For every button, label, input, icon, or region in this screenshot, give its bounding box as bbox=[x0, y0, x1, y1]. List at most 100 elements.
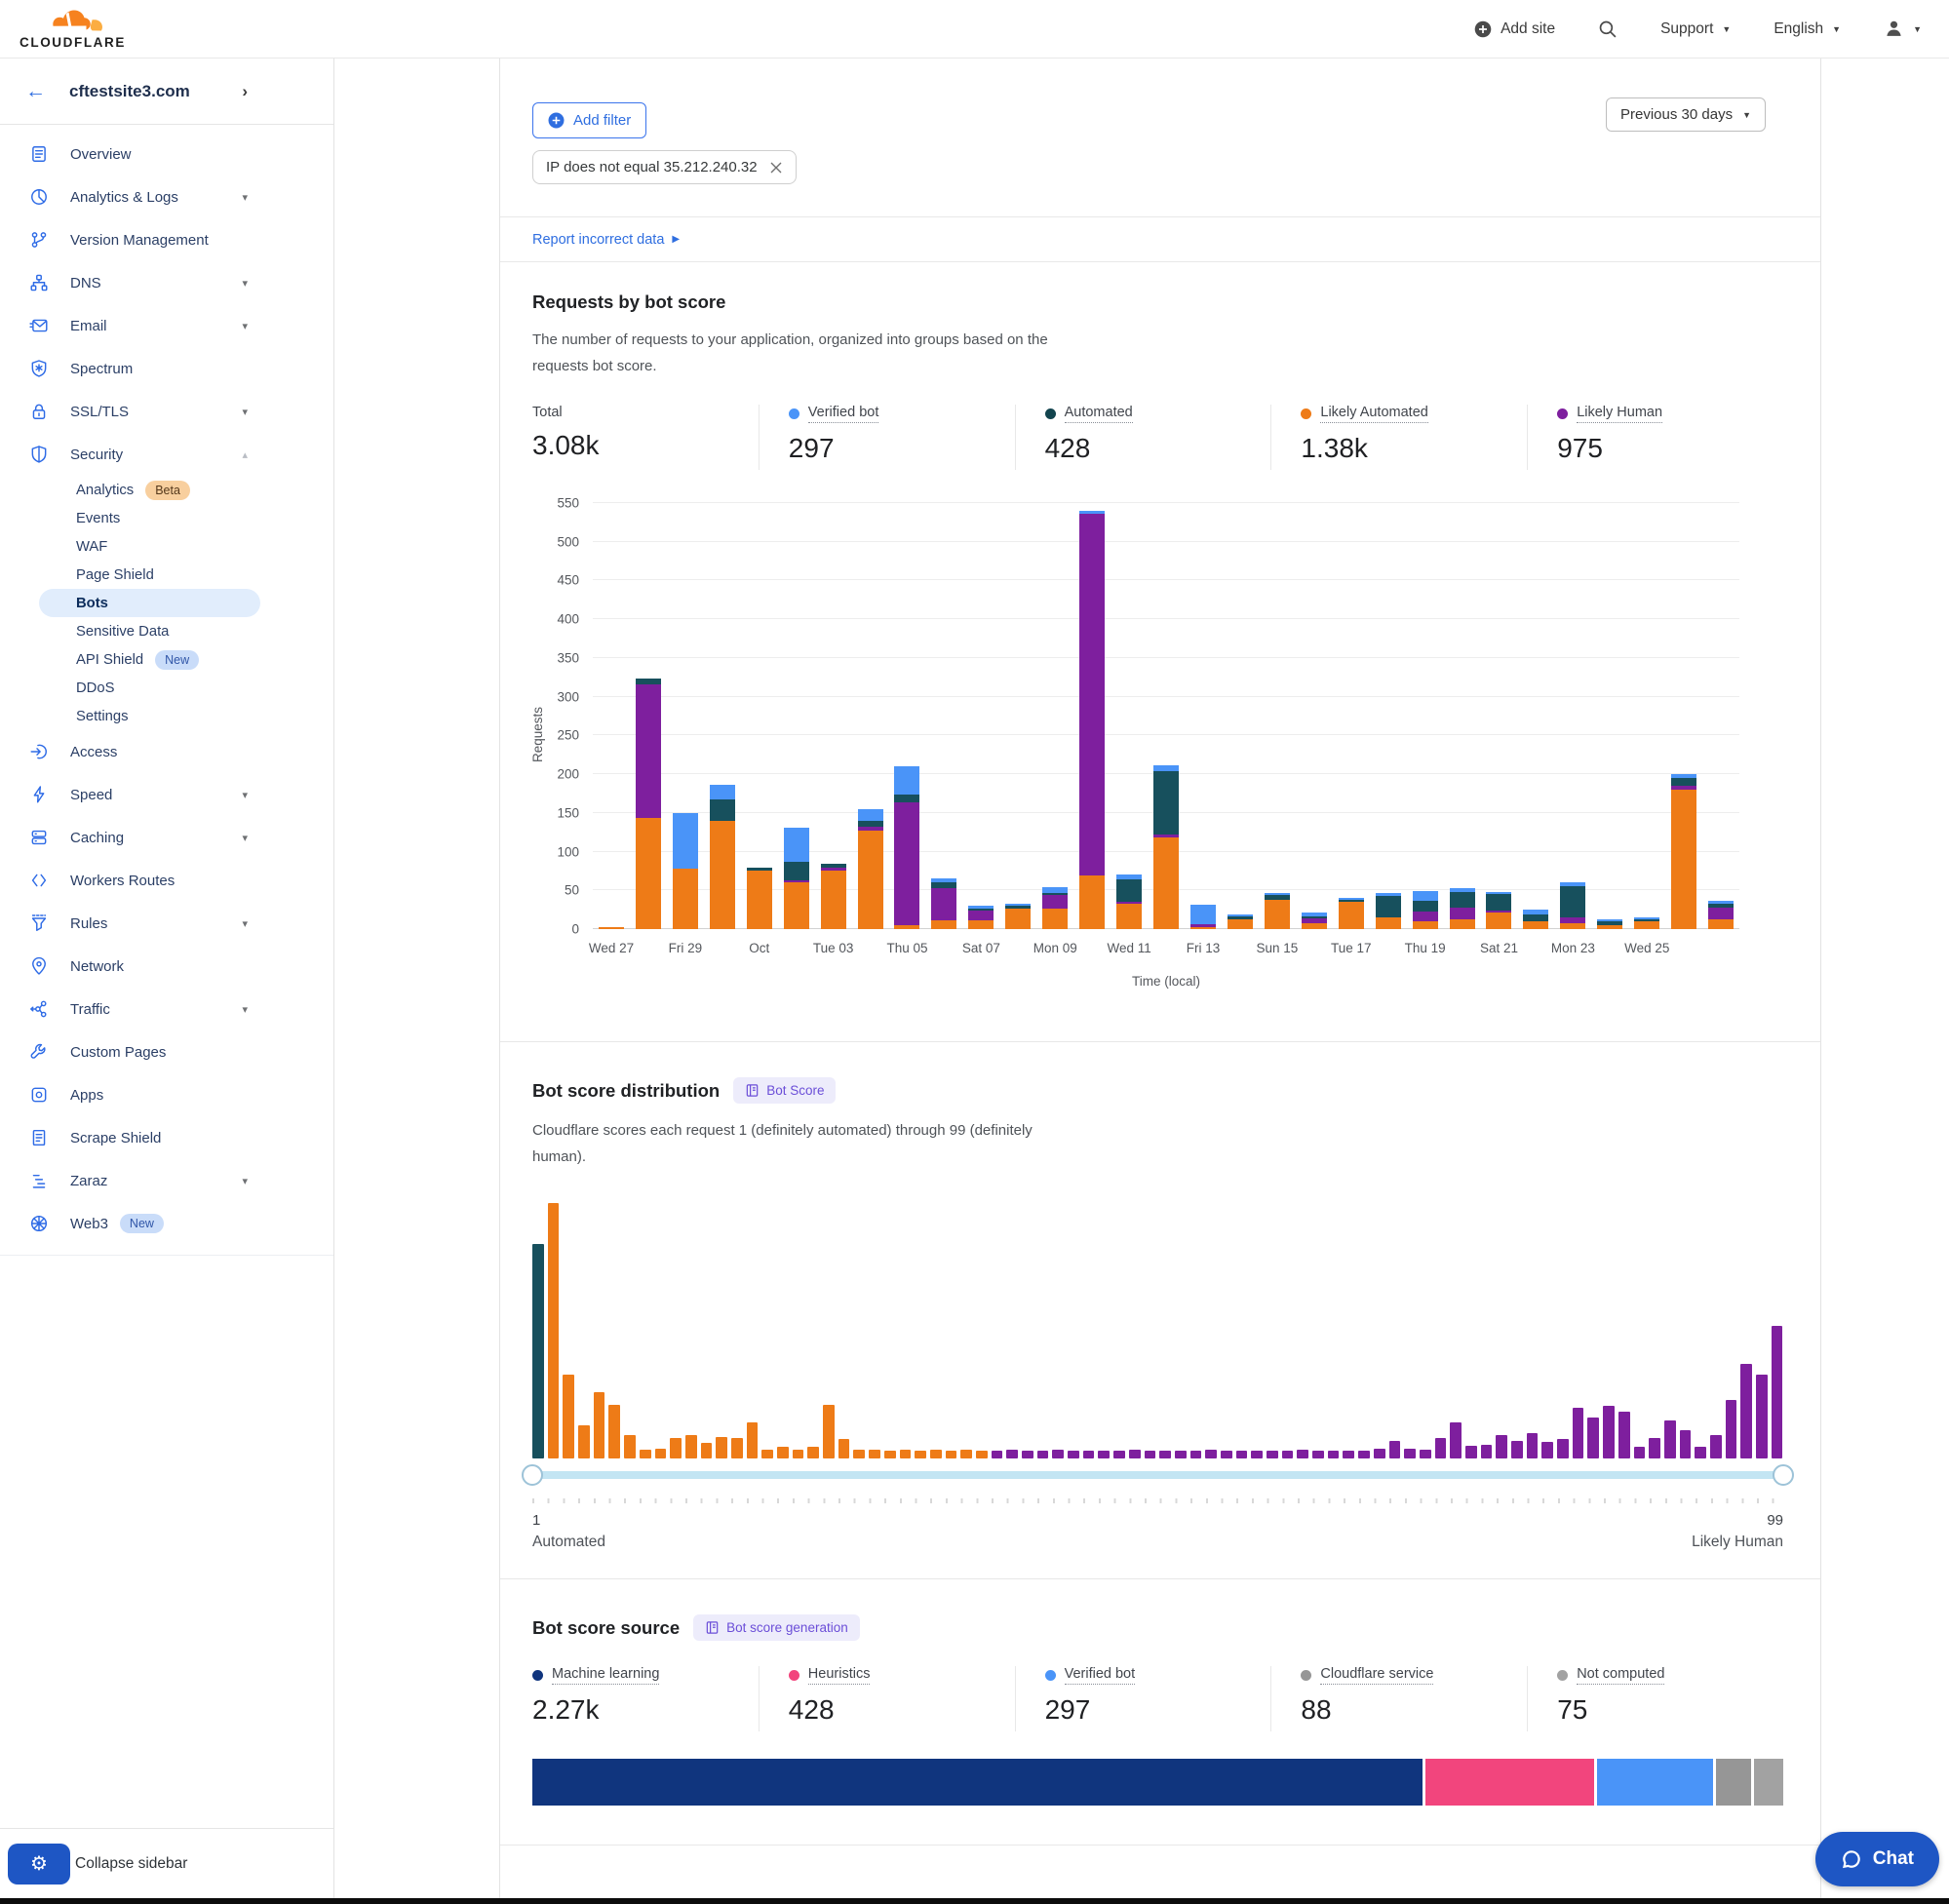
sidebar-item-page-shield[interactable]: Page Shield bbox=[0, 561, 333, 589]
stat-verified-bot: Verified bot297 bbox=[759, 405, 1015, 470]
sidebar-item-zaraz[interactable]: Zaraz▾ bbox=[0, 1159, 333, 1202]
segment-verified-bot bbox=[1190, 905, 1216, 924]
sidebar-item-rules[interactable]: Rules▾ bbox=[0, 902, 333, 945]
sidebar-item-label: WAF bbox=[76, 539, 107, 555]
stat-label: Cloudflare service bbox=[1320, 1666, 1433, 1685]
remove-filter-icon[interactable] bbox=[769, 161, 783, 175]
sidebar-item-network[interactable]: Network bbox=[0, 945, 333, 988]
sidebar-item-caching[interactable]: Caching▾ bbox=[0, 816, 333, 859]
x-tick-label: Sun 15 bbox=[1256, 941, 1298, 955]
histogram-bar bbox=[1129, 1450, 1141, 1458]
sidebar-item-access[interactable]: Access bbox=[0, 730, 333, 773]
y-axis-title: Requests bbox=[530, 707, 545, 762]
sidebar-item-custom-pages[interactable]: Custom Pages bbox=[0, 1030, 333, 1073]
top-header: CLOUDFLARE Add site Support ▼ English ▼ … bbox=[0, 0, 1949, 58]
sidebar-item-web3[interactable]: Web3New bbox=[0, 1202, 333, 1245]
sidebar-item-email[interactable]: Email▾ bbox=[0, 304, 333, 347]
sidebar-item-dns[interactable]: DNS▾ bbox=[0, 261, 333, 304]
sidebar: ← cftestsite3.com › OverviewAnalytics & … bbox=[0, 58, 334, 1898]
histogram-bar bbox=[1312, 1451, 1324, 1458]
sidebar-item-label: DNS bbox=[70, 275, 101, 291]
stat-likely-automated: Likely Automated1.38k bbox=[1270, 405, 1527, 470]
slider-track[interactable] bbox=[532, 1471, 1783, 1479]
slider-handle-max[interactable] bbox=[1773, 1464, 1794, 1486]
cloudflare-logo[interactable]: CLOUDFLARE bbox=[19, 9, 126, 50]
histogram-bar bbox=[1587, 1418, 1599, 1458]
segment-automated bbox=[1153, 771, 1179, 835]
histogram-bar bbox=[1267, 1451, 1278, 1458]
histogram-bar bbox=[1680, 1430, 1692, 1458]
chat-button[interactable]: Chat bbox=[1815, 1832, 1939, 1886]
sidebar-item-api-shield[interactable]: API ShieldNew bbox=[0, 645, 333, 674]
sidebar-item-sensitive-data[interactable]: Sensitive Data bbox=[0, 617, 333, 645]
settings-gear-button[interactable]: ⚙ bbox=[8, 1844, 70, 1885]
sidebar-item-speed[interactable]: Speed▾ bbox=[0, 773, 333, 816]
histogram-bar bbox=[1175, 1451, 1187, 1458]
histogram-bar bbox=[1772, 1326, 1783, 1458]
sidebar-item-apps[interactable]: Apps bbox=[0, 1073, 333, 1116]
histogram-bar bbox=[1649, 1438, 1660, 1458]
language-menu[interactable]: English ▼ bbox=[1774, 20, 1841, 38]
back-arrow-icon[interactable]: ← bbox=[25, 80, 46, 103]
chevron-down-icon: ▾ bbox=[242, 832, 248, 844]
overview-icon bbox=[29, 144, 49, 164]
distribution-histogram bbox=[532, 1203, 1783, 1458]
sidebar-nav: OverviewAnalytics & Logs▾Version Managem… bbox=[0, 125, 333, 1256]
sidebar-item-workers-routes[interactable]: Workers Routes bbox=[0, 859, 333, 902]
sidebar-item-analytics[interactable]: AnalyticsBeta bbox=[0, 476, 333, 504]
sidebar-item-security[interactable]: Security▴ bbox=[0, 433, 333, 476]
report-row: Report incorrect data ▶ bbox=[500, 217, 1820, 262]
card-title: Requests by bot score bbox=[532, 291, 1783, 313]
sidebar-item-events[interactable]: Events bbox=[0, 504, 333, 532]
security-icon bbox=[29, 445, 49, 464]
stacked-bar bbox=[636, 679, 661, 929]
report-incorrect-data-link[interactable]: Report incorrect data ▶ bbox=[532, 232, 680, 248]
sidebar-item-analytics-logs[interactable]: Analytics & Logs▾ bbox=[0, 175, 333, 218]
card-description: The number of requests to your applicati… bbox=[532, 327, 1078, 379]
add-site-button[interactable]: Add site bbox=[1474, 20, 1555, 38]
segment-likely-human bbox=[1450, 908, 1475, 919]
legend-dot bbox=[789, 1670, 799, 1681]
bot-score-badge[interactable]: Bot Score bbox=[733, 1077, 836, 1104]
histogram-bar bbox=[900, 1450, 912, 1458]
histogram-bar bbox=[1205, 1450, 1217, 1458]
bar-slot: Tue 17 bbox=[1333, 503, 1370, 929]
bot-score-distribution-card: Bot score distribution Bot Score Cloudfl… bbox=[500, 1042, 1820, 1579]
slider-min-label: Automated bbox=[532, 1534, 605, 1551]
sidebar-item-bots[interactable]: Bots bbox=[39, 589, 260, 617]
sidebar-item-spectrum[interactable]: Spectrum bbox=[0, 347, 333, 390]
histogram-bar bbox=[1068, 1451, 1079, 1458]
support-menu[interactable]: Support ▼ bbox=[1660, 20, 1731, 38]
network-icon bbox=[29, 956, 49, 976]
sidebar-item-settings[interactable]: Settings bbox=[0, 702, 333, 730]
x-tick-label: Wed 25 bbox=[1624, 941, 1669, 955]
account-menu[interactable]: ▼ bbox=[1884, 19, 1922, 39]
stat-label: Total bbox=[532, 405, 563, 420]
histogram-bar bbox=[1236, 1451, 1248, 1458]
histogram-bar bbox=[1037, 1451, 1049, 1458]
sidebar-item-ssl-tls[interactable]: SSL/TLS▾ bbox=[0, 390, 333, 433]
stacked-bar bbox=[599, 927, 624, 929]
requests-plot: 050100150200250300350400450500550Wed 27F… bbox=[593, 503, 1739, 929]
sidebar-item-ddos[interactable]: DDoS bbox=[0, 674, 333, 702]
stat-label: Likely Human bbox=[1577, 405, 1662, 423]
logo-wordmark: CLOUDFLARE bbox=[19, 36, 126, 50]
sidebar-item-scrape-shield[interactable]: Scrape Shield bbox=[0, 1116, 333, 1159]
bot-score-generation-badge[interactable]: Bot score generation bbox=[693, 1614, 860, 1641]
sidebar-item-waf[interactable]: WAF bbox=[0, 532, 333, 561]
stacked-bar bbox=[1190, 905, 1216, 929]
stat-likely-human: Likely Human975 bbox=[1527, 405, 1783, 470]
slider-handle-min[interactable] bbox=[522, 1464, 543, 1486]
collapse-sidebar-button[interactable]: ⚙ Collapse sidebar bbox=[0, 1828, 333, 1898]
add-filter-button[interactable]: Add filter bbox=[532, 102, 646, 138]
sidebar-item-overview[interactable]: Overview bbox=[0, 133, 333, 175]
sidebar-item-version-management[interactable]: Version Management bbox=[0, 218, 333, 261]
stat-label: Verified bot bbox=[808, 405, 879, 423]
stat-verified-bot: Verified bot297 bbox=[1015, 1666, 1271, 1731]
sidebar-item-traffic[interactable]: Traffic▾ bbox=[0, 988, 333, 1030]
date-range-select[interactable]: Previous 30 days ▼ bbox=[1606, 97, 1766, 132]
x-tick-label: Sat 21 bbox=[1480, 941, 1518, 955]
plus-circle-icon bbox=[548, 112, 565, 129]
site-switcher[interactable]: ← cftestsite3.com › bbox=[0, 58, 333, 125]
search-button[interactable] bbox=[1598, 19, 1618, 39]
